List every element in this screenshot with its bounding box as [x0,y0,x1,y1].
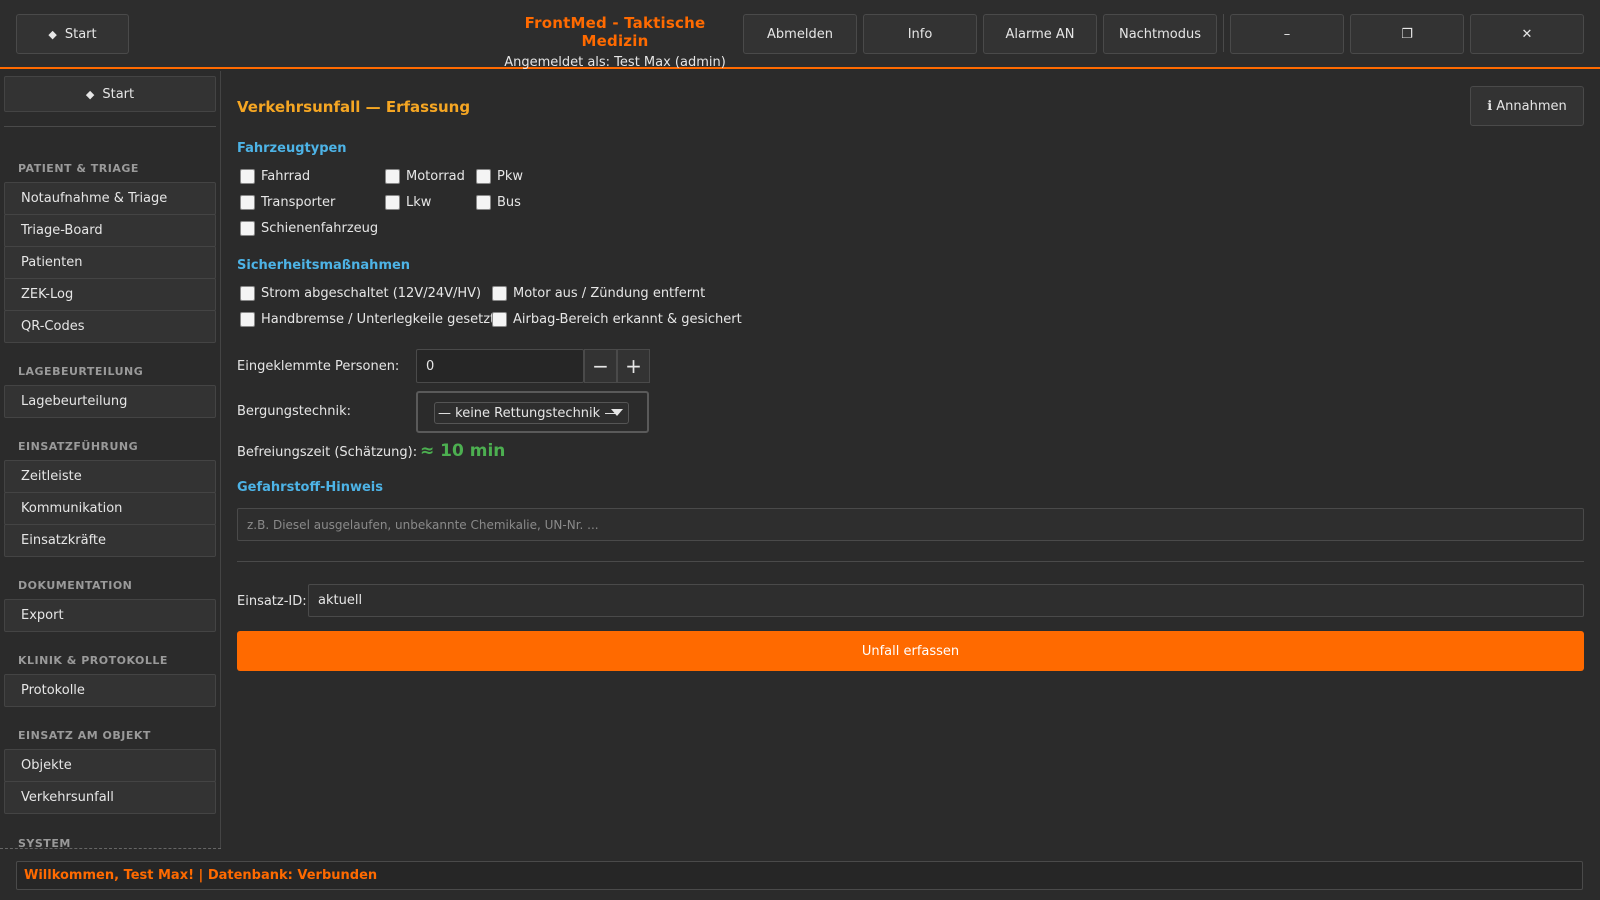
logout-button[interactable]: Abmelden [743,14,857,54]
minimize-button[interactable]: – [1230,14,1344,54]
checkbox-airbag[interactable]: Airbag-Bereich erkannt & gesichert [492,312,742,327]
checkbox-box[interactable] [385,195,400,210]
checkbox-box[interactable] [492,286,507,301]
checkbox-pkw[interactable]: Pkw [476,169,523,184]
checkbox-label: Schienenfahrzeug [261,221,379,236]
sidebar-item-protokolle[interactable]: Protokolle [4,674,216,707]
minus-icon: − [592,354,609,378]
checkbox-fahrrad[interactable]: Fahrrad [240,169,310,184]
alarms-toggle-button[interactable]: Alarme AN [983,14,1097,54]
mission-id-input[interactable]: aktuell [308,584,1584,617]
checkbox-box[interactable] [240,169,255,184]
section-heading-patient: PATIENT & TRIAGE [18,162,139,175]
sidebar-item-zeitleiste[interactable]: Zeitleiste [4,460,216,493]
rescue-technique-value: — keine Rettungstechnik — [438,405,618,421]
sidebar-start-button[interactable]: ◆ Start [4,76,216,112]
checkbox-bus[interactable]: Bus [476,195,521,210]
rescue-technique-frame: — keine Rettungstechnik — [416,391,649,433]
sidebar-item-triage-board[interactable]: Triage-Board [4,214,216,247]
section-heading-lage: LAGEBEURTEILUNG [18,365,144,378]
checkbox-engine-off[interactable]: Motor aus / Zündung entfernt [492,286,705,301]
sidebar-item-zek-log[interactable]: ZEK-Log [4,278,216,311]
sidebar: ◆ Start PATIENT & TRIAGE Notaufnahme & T… [0,71,221,849]
trapped-persons-label: Eingeklemmte Personen: [237,359,400,374]
start-button-label: Start [64,26,97,42]
checkbox-box[interactable] [240,286,255,301]
start-button[interactable]: ◆ Start [16,14,129,54]
checkbox-box[interactable] [240,221,255,236]
sidebar-item-kommunikation[interactable]: Kommunikation [4,492,216,525]
checkbox-handbrake[interactable]: Handbremse / Unterlegkeile gesetzt [240,312,495,327]
rescue-time-estimate: ≈ 10 min [420,441,506,461]
app-header: FrontMed - Taktische Medizin Angemeldet … [490,14,740,70]
mission-id-label: Einsatz-ID: [237,594,307,609]
diamond-icon: ◆ [48,27,57,41]
checkbox-label: Airbag-Bereich erkannt & gesichert [513,312,742,327]
checkbox-label: Lkw [406,195,432,210]
sidebar-item-notaufnahme[interactable]: Notaufnahme & Triage [4,182,216,215]
safety-measures-heading: Sicherheitsmaßnahmen [237,258,411,273]
sidebar-start-label: Start [102,86,135,102]
sidebar-scroll-edge [0,848,221,849]
hazmat-input[interactable]: z.B. Diesel ausgelaufen, unbekannte Chem… [237,508,1584,541]
chevron-down-icon [611,409,623,416]
topbar-separator [1223,14,1224,52]
logged-in-user: Angemeldet als: Test Max (admin) [504,55,726,70]
checkbox-transporter[interactable]: Transporter [240,195,335,210]
checkbox-box[interactable] [492,312,507,327]
trapped-persons-input[interactable]: 0 [416,349,584,383]
page-title: Verkehrsunfall — Erfassung [237,98,471,116]
sidebar-divider [4,126,216,127]
sidebar-item-export[interactable]: Export [4,599,216,632]
section-heading-klinik: KLINIK & PROTOKOLLE [18,654,168,667]
close-button[interactable]: ✕ [1470,14,1584,54]
maximize-button[interactable]: ❐ [1350,14,1464,54]
checkbox-label: Motorrad [406,169,465,184]
checkbox-label: Pkw [497,169,523,184]
increment-button[interactable]: + [617,349,650,383]
checkbox-label: Transporter [261,195,336,210]
sidebar-item-lagebeurteilung[interactable]: Lagebeurteilung [4,385,216,418]
vehicle-types-heading: Fahrzeugtypen [237,141,347,156]
hazmat-placeholder: z.B. Diesel ausgelaufen, unbekannte Chem… [247,517,599,532]
sidebar-item-einsatzkraefte[interactable]: Einsatzkräfte [4,524,216,557]
checkbox-label: Strom abgeschaltet (12V/24V/HV) [261,286,482,301]
checkbox-power-off[interactable]: Strom abgeschaltet (12V/24V/HV) [240,286,481,301]
checkbox-schienenfahrzeug[interactable]: Schienenfahrzeug [240,221,378,236]
sidebar-item-verkehrsunfall[interactable]: Verkehrsunfall [4,781,216,814]
info-button[interactable]: Info [863,14,977,54]
status-bar: Willkommen, Test Max! | Datenbank: Verbu… [16,861,1583,890]
app-title: FrontMed - Taktische Medizin [524,14,706,50]
sidebar-item-qr-codes[interactable]: QR-Codes [4,310,216,343]
section-heading-einsatz: EINSATZFÜHRUNG [18,440,139,453]
section-heading-objekt: EINSATZ AM OBJEKT [18,729,151,742]
checkbox-label: Fahrrad [261,169,311,184]
submit-accident-button[interactable]: Unfall erfassen [237,631,1584,671]
checkbox-label: Motor aus / Zündung entfernt [513,286,706,301]
top-bar: ◆ Start FrontMed - Taktische Medizin Ang… [0,0,1600,70]
hazmat-heading: Gefahrstoff-Hinweis [237,480,384,495]
checkbox-box[interactable] [240,195,255,210]
assumptions-button[interactable]: ℹ Annahmen [1470,86,1584,126]
plus-icon: + [625,354,642,378]
sidebar-item-objekte[interactable]: Objekte [4,749,216,782]
checkbox-label: Bus [497,195,521,210]
checkbox-label: Handbremse / Unterlegkeile gesetzt [261,312,496,327]
sidebar-item-patienten[interactable]: Patienten [4,246,216,279]
diamond-icon: ◆ [85,87,95,101]
checkbox-box[interactable] [476,195,491,210]
checkbox-box[interactable] [385,169,400,184]
checkbox-motorrad[interactable]: Motorrad [385,169,465,184]
section-heading-doku: DOKUMENTATION [18,579,133,592]
rescue-technique-select[interactable]: — keine Rettungstechnik — [434,402,629,424]
rescue-time-label: Befreiungszeit (Schätzung): [237,445,418,460]
decrement-button[interactable]: − [584,349,617,383]
rescue-technique-label: Bergungstechnik: [237,404,352,419]
checkbox-box[interactable] [240,312,255,327]
checkbox-lkw[interactable]: Lkw [385,195,431,210]
main-content: Verkehrsunfall — Erfassung ℹ Annahmen Fa… [222,71,1600,849]
night-mode-button[interactable]: Nachtmodus [1103,14,1217,54]
checkbox-box[interactable] [476,169,491,184]
form-divider [237,561,1584,562]
